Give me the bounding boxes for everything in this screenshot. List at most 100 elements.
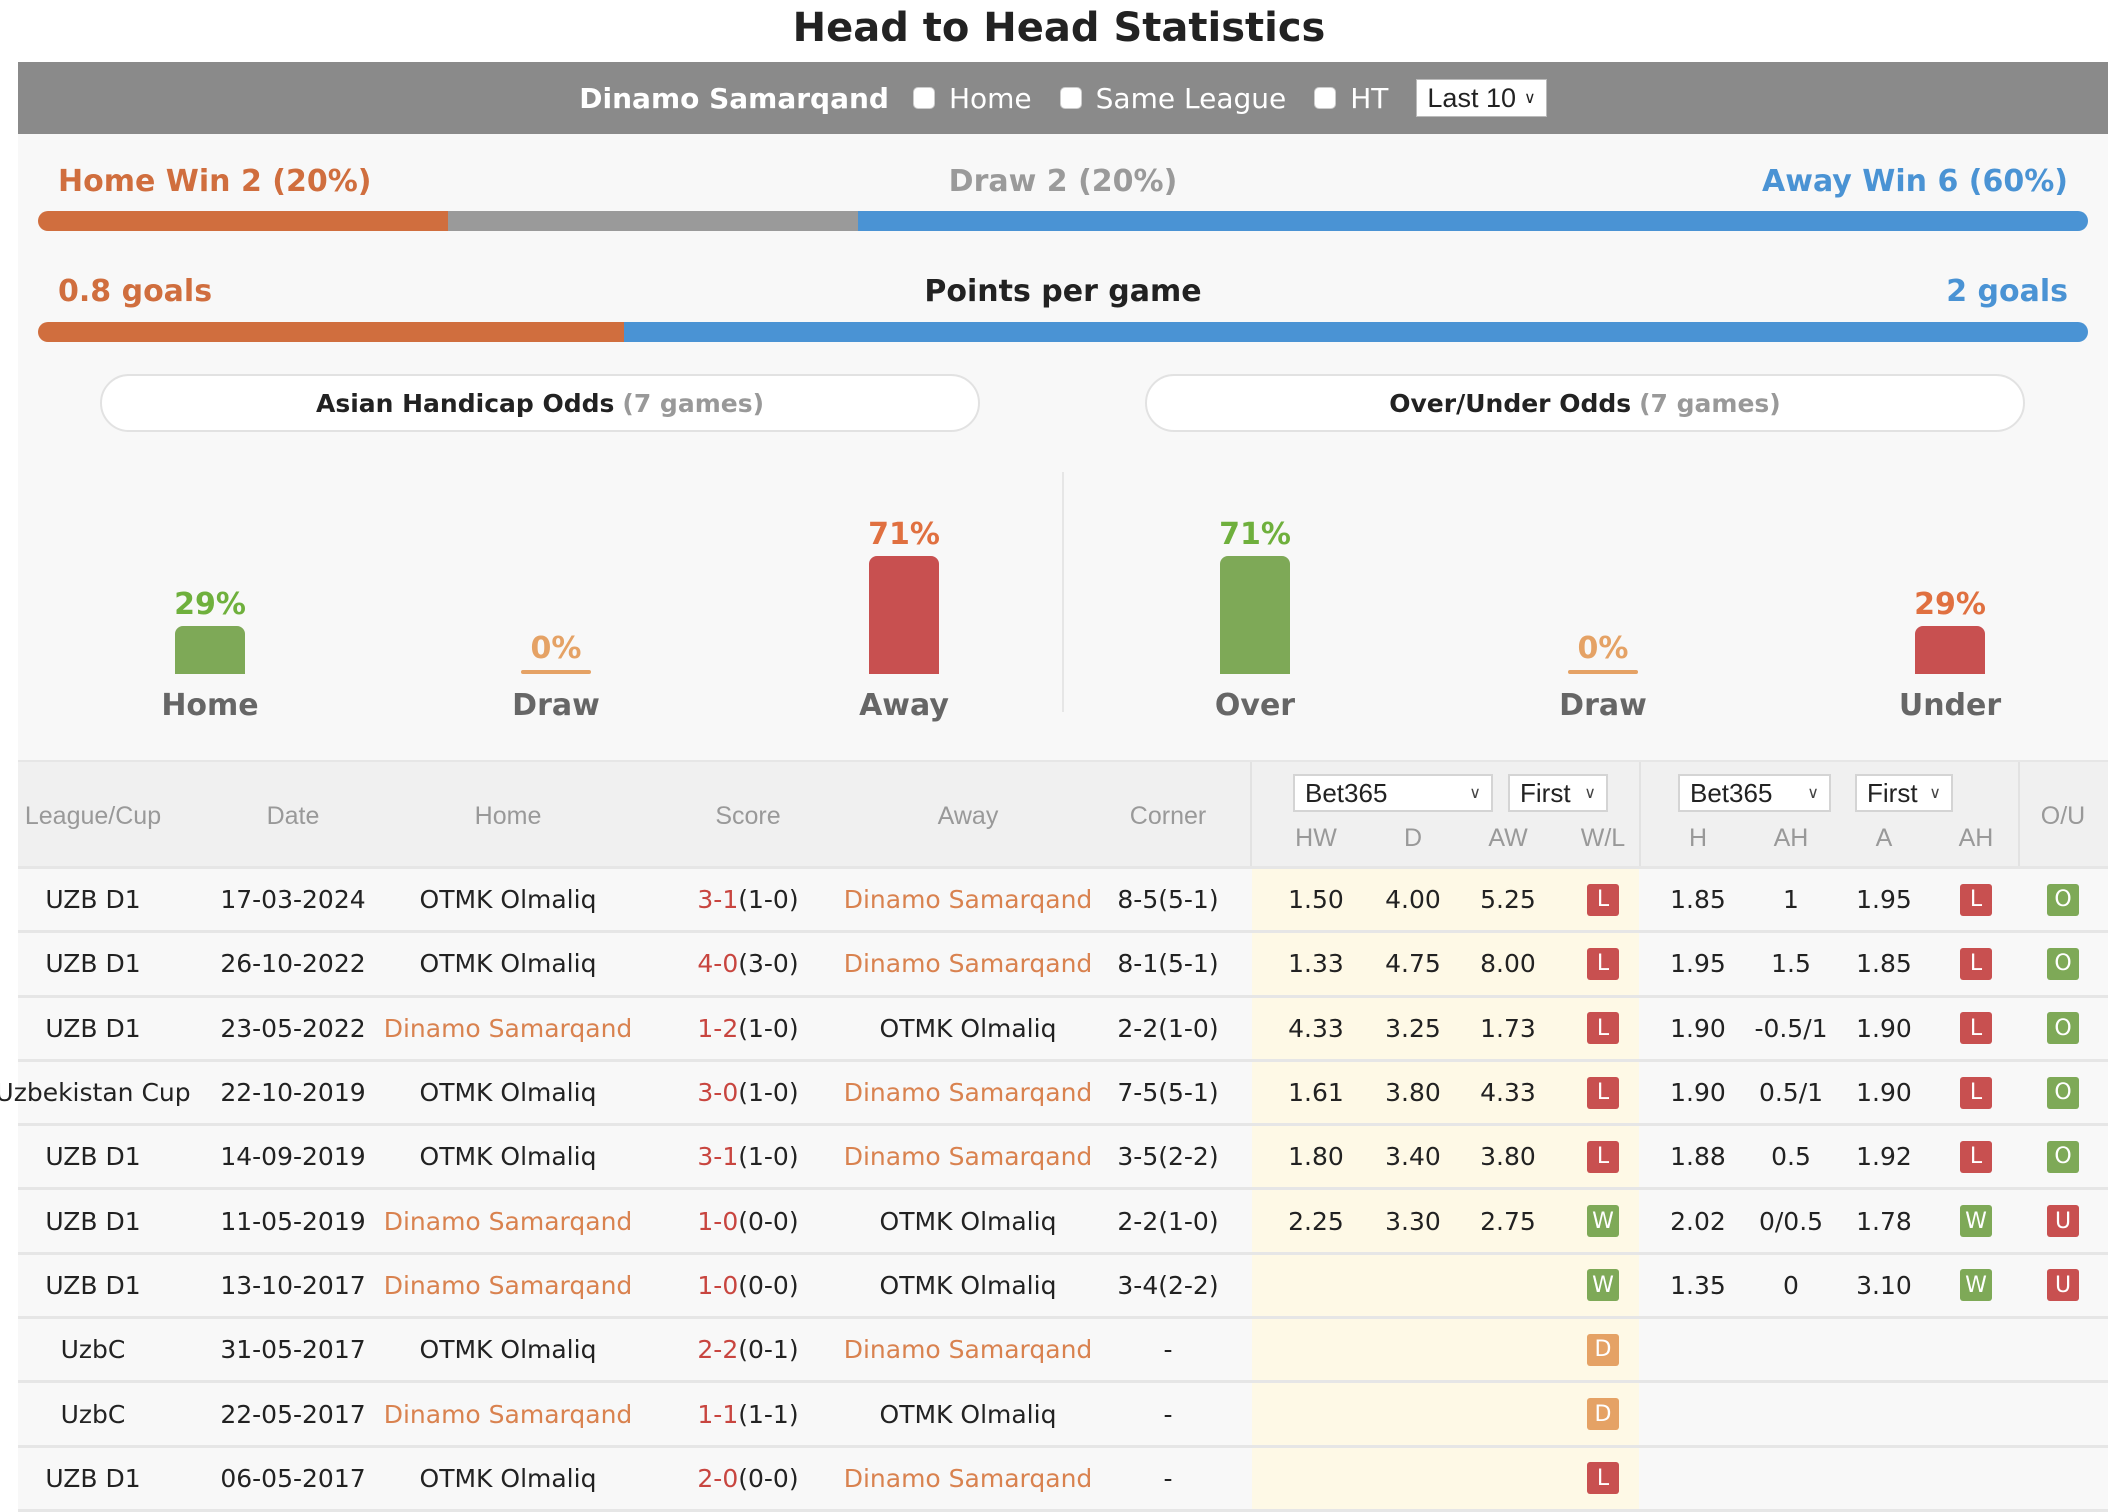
cell-text: UZB D1 bbox=[45, 1206, 141, 1236]
cell-text: 1.95 bbox=[1856, 885, 1912, 915]
ou-badge: O bbox=[2047, 1076, 2079, 1109]
cell-text: 3.80 bbox=[1480, 1142, 1536, 1172]
checkbox-icon[interactable] bbox=[1059, 87, 1082, 109]
cell-text: 2.25 bbox=[1288, 1206, 1344, 1236]
odds-type-select-1[interactable]: First ∨ bbox=[1508, 774, 1608, 812]
cell-hw: 1.50 bbox=[1276, 869, 1356, 930]
cell-away: Dinamo Samarqand bbox=[844, 933, 1093, 994]
ppg-labels: 0.8 goals Points per game 2 goals bbox=[58, 274, 2068, 314]
cell-hw bbox=[1276, 1383, 1356, 1444]
ah-res-badge: L bbox=[1960, 1140, 1992, 1173]
checkbox-icon[interactable] bbox=[912, 87, 935, 109]
team-link[interactable]: Dinamo Samarqand bbox=[384, 1271, 633, 1300]
range-select-value: Last 10 bbox=[1427, 82, 1516, 113]
cell-text: 3.10 bbox=[1856, 1270, 1912, 1300]
cell-d bbox=[1373, 1255, 1453, 1316]
cell-home: OTMK Olmaliq bbox=[388, 1319, 628, 1380]
results-bar-home-segment bbox=[38, 211, 448, 231]
team-link[interactable]: OTMK Olmaliq bbox=[880, 1400, 1057, 1429]
cell-text: - bbox=[1163, 1335, 1173, 1365]
cell-text: 1.85 bbox=[1670, 885, 1726, 915]
team-link[interactable]: Dinamo Samarqand bbox=[844, 1142, 1093, 1171]
team-link[interactable]: Dinamo Samarqand bbox=[384, 1207, 633, 1236]
cell-text: 23-05-2022 bbox=[220, 1013, 366, 1043]
cell-hw bbox=[1276, 1448, 1356, 1509]
asian-handicap-title: Asian Handicap Odds bbox=[315, 388, 615, 418]
cell-hw: 1.33 bbox=[1276, 933, 1356, 994]
cell-home: Dinamo Samarqand bbox=[384, 1383, 633, 1444]
cell-score: 4-0 (3-0) bbox=[658, 933, 838, 994]
cell-away: OTMK Olmaliq bbox=[848, 1190, 1088, 1251]
filter-same-league-checkbox[interactable]: Same League bbox=[1059, 82, 1286, 115]
team-link[interactable]: OTMK Olmaliq bbox=[420, 1142, 597, 1171]
cell-text: 2-2(1-0) bbox=[1117, 1013, 1219, 1043]
asian-handicap-games: (7 games) bbox=[622, 388, 765, 418]
team-link[interactable]: OTMK Olmaliq bbox=[880, 1271, 1057, 1300]
score-fulltime: 1-0 bbox=[697, 1270, 739, 1300]
score-halftime: (1-0) bbox=[738, 1078, 799, 1108]
cell-home: OTMK Olmaliq bbox=[388, 1126, 628, 1187]
over-under-title: Over/Under Odds bbox=[1389, 388, 1632, 418]
header-away: Away bbox=[937, 802, 999, 830]
team-link[interactable]: Dinamo Samarqand bbox=[384, 1014, 633, 1043]
odds-type-select-2[interactable]: First ∨ bbox=[1855, 774, 1953, 812]
cell-aw bbox=[1468, 1255, 1548, 1316]
ppg-title: Points per game bbox=[924, 274, 1202, 309]
range-select[interactable]: Last 10 ∨ bbox=[1416, 79, 1547, 117]
cell-ah-res bbox=[1936, 1448, 2016, 1509]
cell-away: OTMK Olmaliq bbox=[848, 1383, 1088, 1444]
cell-text: 3-4(2-2) bbox=[1117, 1270, 1219, 1300]
cell-score: 1-1 (1-1) bbox=[658, 1383, 838, 1444]
cell-text: 14-09-2019 bbox=[220, 1142, 366, 1172]
cell-aw: 5.25 bbox=[1468, 869, 1548, 930]
cell-text: 1.95 bbox=[1670, 949, 1726, 979]
score-fulltime: 3-1 bbox=[697, 885, 739, 915]
checkbox-icon[interactable] bbox=[1314, 87, 1337, 109]
cell-text: - bbox=[1163, 1399, 1173, 1429]
results-bar-away-segment bbox=[858, 211, 2088, 231]
cell-wl: W bbox=[1563, 1190, 1643, 1251]
cell-ah-res bbox=[1936, 1319, 2016, 1380]
cell-text: 1.73 bbox=[1480, 1013, 1536, 1043]
team-link[interactable]: OTMK Olmaliq bbox=[420, 949, 597, 978]
wl-badge: L bbox=[1587, 883, 1619, 916]
team-link[interactable]: OTMK Olmaliq bbox=[880, 1014, 1057, 1043]
header-score: Score bbox=[715, 802, 781, 830]
cell-wl: L bbox=[1563, 869, 1643, 930]
team-link[interactable]: Dinamo Samarqand bbox=[844, 1464, 1093, 1493]
team-link[interactable]: OTMK Olmaliq bbox=[420, 885, 597, 914]
team-link[interactable]: Dinamo Samarqand bbox=[844, 885, 1093, 914]
cell-text: 8-5(5-1) bbox=[1117, 885, 1219, 915]
team-link[interactable]: Dinamo Samarqand bbox=[384, 1400, 633, 1429]
team-link[interactable]: OTMK Olmaliq bbox=[420, 1335, 597, 1364]
cell-h: 1.85 bbox=[1658, 869, 1738, 930]
cell-text: 1.80 bbox=[1288, 1142, 1344, 1172]
team-link[interactable]: Dinamo Samarqand bbox=[844, 1335, 1093, 1364]
cell-aw bbox=[1468, 1319, 1548, 1380]
team-link[interactable]: OTMK Olmaliq bbox=[420, 1464, 597, 1493]
team-link[interactable]: OTMK Olmaliq bbox=[880, 1207, 1057, 1236]
team-link[interactable]: Dinamo Samarqand bbox=[844, 949, 1093, 978]
filter-ht-checkbox[interactable]: HT bbox=[1314, 82, 1388, 115]
cell-score: 2-2 (0-1) bbox=[658, 1319, 838, 1380]
team-link[interactable]: Dinamo Samarqand bbox=[844, 1078, 1093, 1107]
cell-ah bbox=[1751, 1448, 1831, 1509]
cell-ou: U bbox=[2018, 1255, 2108, 1316]
odds-company-select-1[interactable]: Bet365 ∨ bbox=[1293, 774, 1493, 812]
header-divider bbox=[1639, 762, 1641, 868]
team-link[interactable]: OTMK Olmaliq bbox=[420, 1078, 597, 1107]
cell-aw: 1.73 bbox=[1468, 998, 1548, 1059]
cell-text: 26-10-2022 bbox=[220, 949, 366, 979]
odds-company-select-2[interactable]: Bet365 ∨ bbox=[1678, 774, 1831, 812]
asian_handicap-pct-away: 71% bbox=[868, 517, 940, 552]
cell-text: 1.90 bbox=[1670, 1078, 1726, 1108]
cell-text: 1.5 bbox=[1771, 949, 1811, 979]
wl-badge: L bbox=[1587, 1076, 1619, 1109]
cell-home: OTMK Olmaliq bbox=[388, 933, 628, 994]
filter-home-checkbox[interactable]: Home bbox=[912, 82, 1032, 115]
score-halftime: (3-0) bbox=[738, 949, 799, 979]
score-fulltime: 1-0 bbox=[697, 1206, 739, 1236]
ah-res-badge: L bbox=[1960, 947, 1992, 980]
cell-wl: L bbox=[1563, 1126, 1643, 1187]
cell-text: 13-10-2017 bbox=[220, 1270, 366, 1300]
